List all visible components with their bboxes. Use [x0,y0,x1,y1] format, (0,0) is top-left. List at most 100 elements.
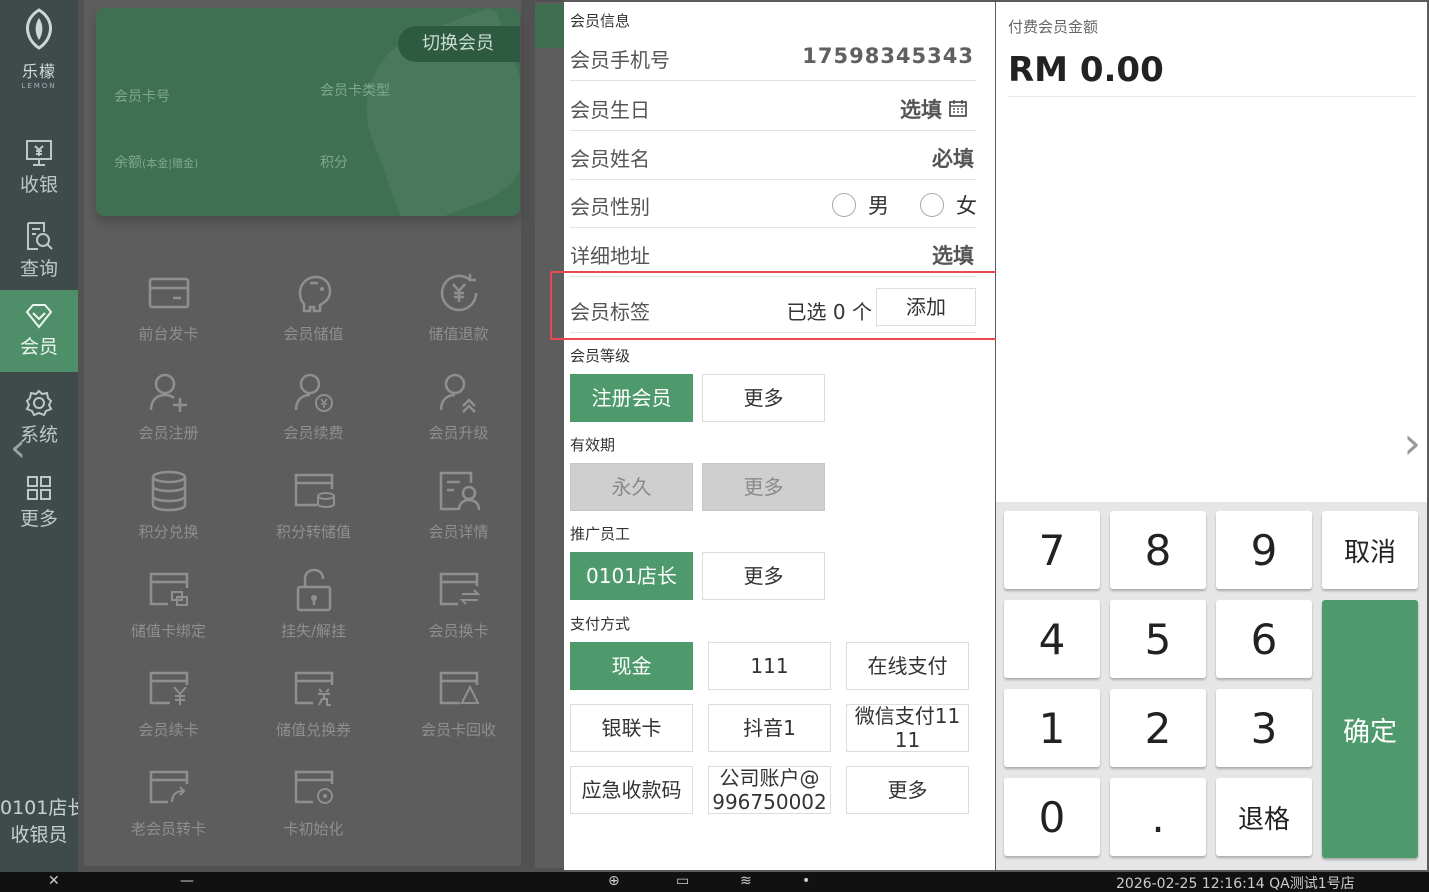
grid-label: 老会员转卡 [130,820,206,838]
backspace-button[interactable]: 退格 [1216,778,1312,856]
key-5[interactable]: 5 [1110,600,1206,678]
phone-label: 会员手机号 [570,48,670,72]
section-title-validity: 有效期 [570,436,616,454]
nav-more[interactable]: 更多 [0,462,78,544]
search-doc-icon [27,222,53,250]
gender-row: 会员性别 男 女 [570,179,977,228]
grid-item-report-loss[interactable]: 挂失/解挂 [241,562,386,658]
back-arrow-icon[interactable]: ‹ [10,428,26,468]
grid-item-points-exchange[interactable]: 积分兑换 [96,463,241,559]
key-8[interactable]: 8 [1110,511,1206,589]
pay-option-111[interactable]: 111 [708,642,831,690]
close-icon[interactable]: ✕ [48,873,60,889]
card-icon [148,277,189,309]
gender-female-radio[interactable]: 女 [920,190,977,220]
address-label: 详细地址 [570,244,650,268]
unlock-icon [296,568,331,612]
grid-item-card-init[interactable]: 卡初始化 [241,760,386,856]
grid-item-renew-card[interactable]: 会员续卡 [96,661,241,757]
name-value[interactable]: 必填 [932,143,974,173]
staff-more-button[interactable]: 更多 [702,552,825,600]
grid-item-points-to-balance[interactable]: 积分转储值 [241,463,386,559]
grid-label: 前台发卡 [138,325,199,343]
section-title-level: 会员等级 [570,347,631,365]
phone-row[interactable]: 会员手机号 17598345343 [570,32,976,81]
database-icon [151,470,186,512]
card-type-label: 会员卡类型 [320,83,390,99]
address-row[interactable]: 详细地址 选填 [570,228,976,277]
key-1[interactable]: 1 [1004,689,1100,767]
key-dot[interactable]: . [1110,778,1206,856]
key-9[interactable]: 9 [1216,511,1312,589]
key-4[interactable]: 4 [1004,600,1100,678]
pay-option-douyin[interactable]: 抖音1 [708,704,831,752]
grid-item-register[interactable]: 会员注册 [96,364,241,460]
switch-member-button[interactable]: 切换会员 [398,26,520,62]
cancel-button[interactable]: 取消 [1322,511,1418,589]
nav-cashier[interactable]: 收银 [0,128,78,210]
grid-label: 挂失/解挂 [280,622,347,640]
register-member-form: 会员信息 会员手机号 17598345343 会员生日 选填 会员姓名 必填 会… [564,2,995,870]
validity-option-forever: 永久 [570,463,693,511]
phone-value[interactable]: 17598345343 [802,44,974,68]
grid-label: 会员续费 [283,424,344,442]
card-link-icon [149,572,188,606]
grid-item-member-detail[interactable]: 会员详情 [386,463,531,559]
grid-item-upgrade[interactable]: 会员升级 [386,364,531,460]
pay-more-button[interactable]: 更多 [846,766,969,814]
grid-item-refund[interactable]: 储值退款 [386,265,531,361]
grid-label: 会员注册 [138,424,199,442]
pay-option-unionpay[interactable]: 银联卡 [570,704,693,752]
name-label: 会员姓名 [570,147,650,171]
grid-item-bind-card[interactable]: 储值卡绑定 [96,562,241,658]
grid-item-old-member-transfer[interactable]: 老会员转卡 [96,760,241,856]
nav-cashier-label: 收银 [19,174,58,196]
status-dot-icon: • [802,873,811,889]
nav-query[interactable]: 查询 [0,212,78,294]
level-option-register[interactable]: 注册会员 [570,374,693,422]
taskbar-status: 2026-02-25 12:16:14 QA测试1号店 [1116,876,1355,892]
grid-label: 卡初始化 [283,820,344,838]
chevron-right-icon[interactable]: › [1403,422,1421,466]
card-reset-icon [294,770,333,804]
lemon-logo-icon [25,8,53,50]
grid-item-topup[interactable]: 会员储值 [241,265,386,361]
grid-item-card-recycle[interactable]: 会员卡回收 [386,661,531,757]
user-add-icon [149,373,187,412]
pay-option-wechat[interactable]: 微信支付11 11 [846,704,969,752]
confirm-button[interactable]: 确定 [1322,600,1418,858]
birthday-row[interactable]: 会员生日 选填 [570,82,976,131]
monitor-icon: ▭ [676,873,690,889]
grid-item-voucher-exchange[interactable]: 储值兑换券 [241,661,386,757]
pay-option-emergency-qr[interactable]: 应急收款码 [570,766,693,814]
birthday-value[interactable]: 选填 [900,94,942,124]
card-recycle-icon [439,671,480,705]
key-2[interactable]: 2 [1110,689,1206,767]
pay-option-online[interactable]: 在线支付 [846,642,969,690]
grid-item-swap-card[interactable]: 会员换卡 [386,562,531,658]
amount-title: 付费会员金额 [1008,18,1099,36]
staff-option-manager[interactable]: 0101店长 [570,552,693,600]
current-user: 0101店长 收银员 [0,795,86,849]
nav-more-label: 更多 [19,508,58,530]
key-3[interactable]: 3 [1216,689,1312,767]
yen-refund-icon [440,274,477,312]
user-yen-icon [294,373,333,412]
grid-item-renew-fee[interactable]: 会员续费 [241,364,386,460]
key-0[interactable]: 0 [1004,778,1100,856]
key-6[interactable]: 6 [1216,600,1312,678]
key-7[interactable]: 7 [1004,511,1100,589]
gender-male-radio[interactable]: 男 [832,190,889,220]
pay-option-company-account[interactable]: 公司账户@ 996750002 [708,766,831,814]
minimize-icon[interactable]: — [180,873,194,889]
grid-item-issue-card[interactable]: 前台发卡 [96,265,241,361]
balance-label: 余额(本金|赠金) [114,155,199,171]
address-value[interactable]: 选填 [932,240,974,270]
level-more-button[interactable]: 更多 [702,374,825,422]
pay-option-cash[interactable]: 现金 [570,642,693,690]
name-row[interactable]: 会员姓名 必填 [570,131,976,180]
calendar-icon[interactable] [948,98,968,118]
amount-value: RM 0.00 [1008,50,1164,90]
user-detail-icon [439,471,480,511]
nav-member[interactable]: 会员 [0,290,78,372]
